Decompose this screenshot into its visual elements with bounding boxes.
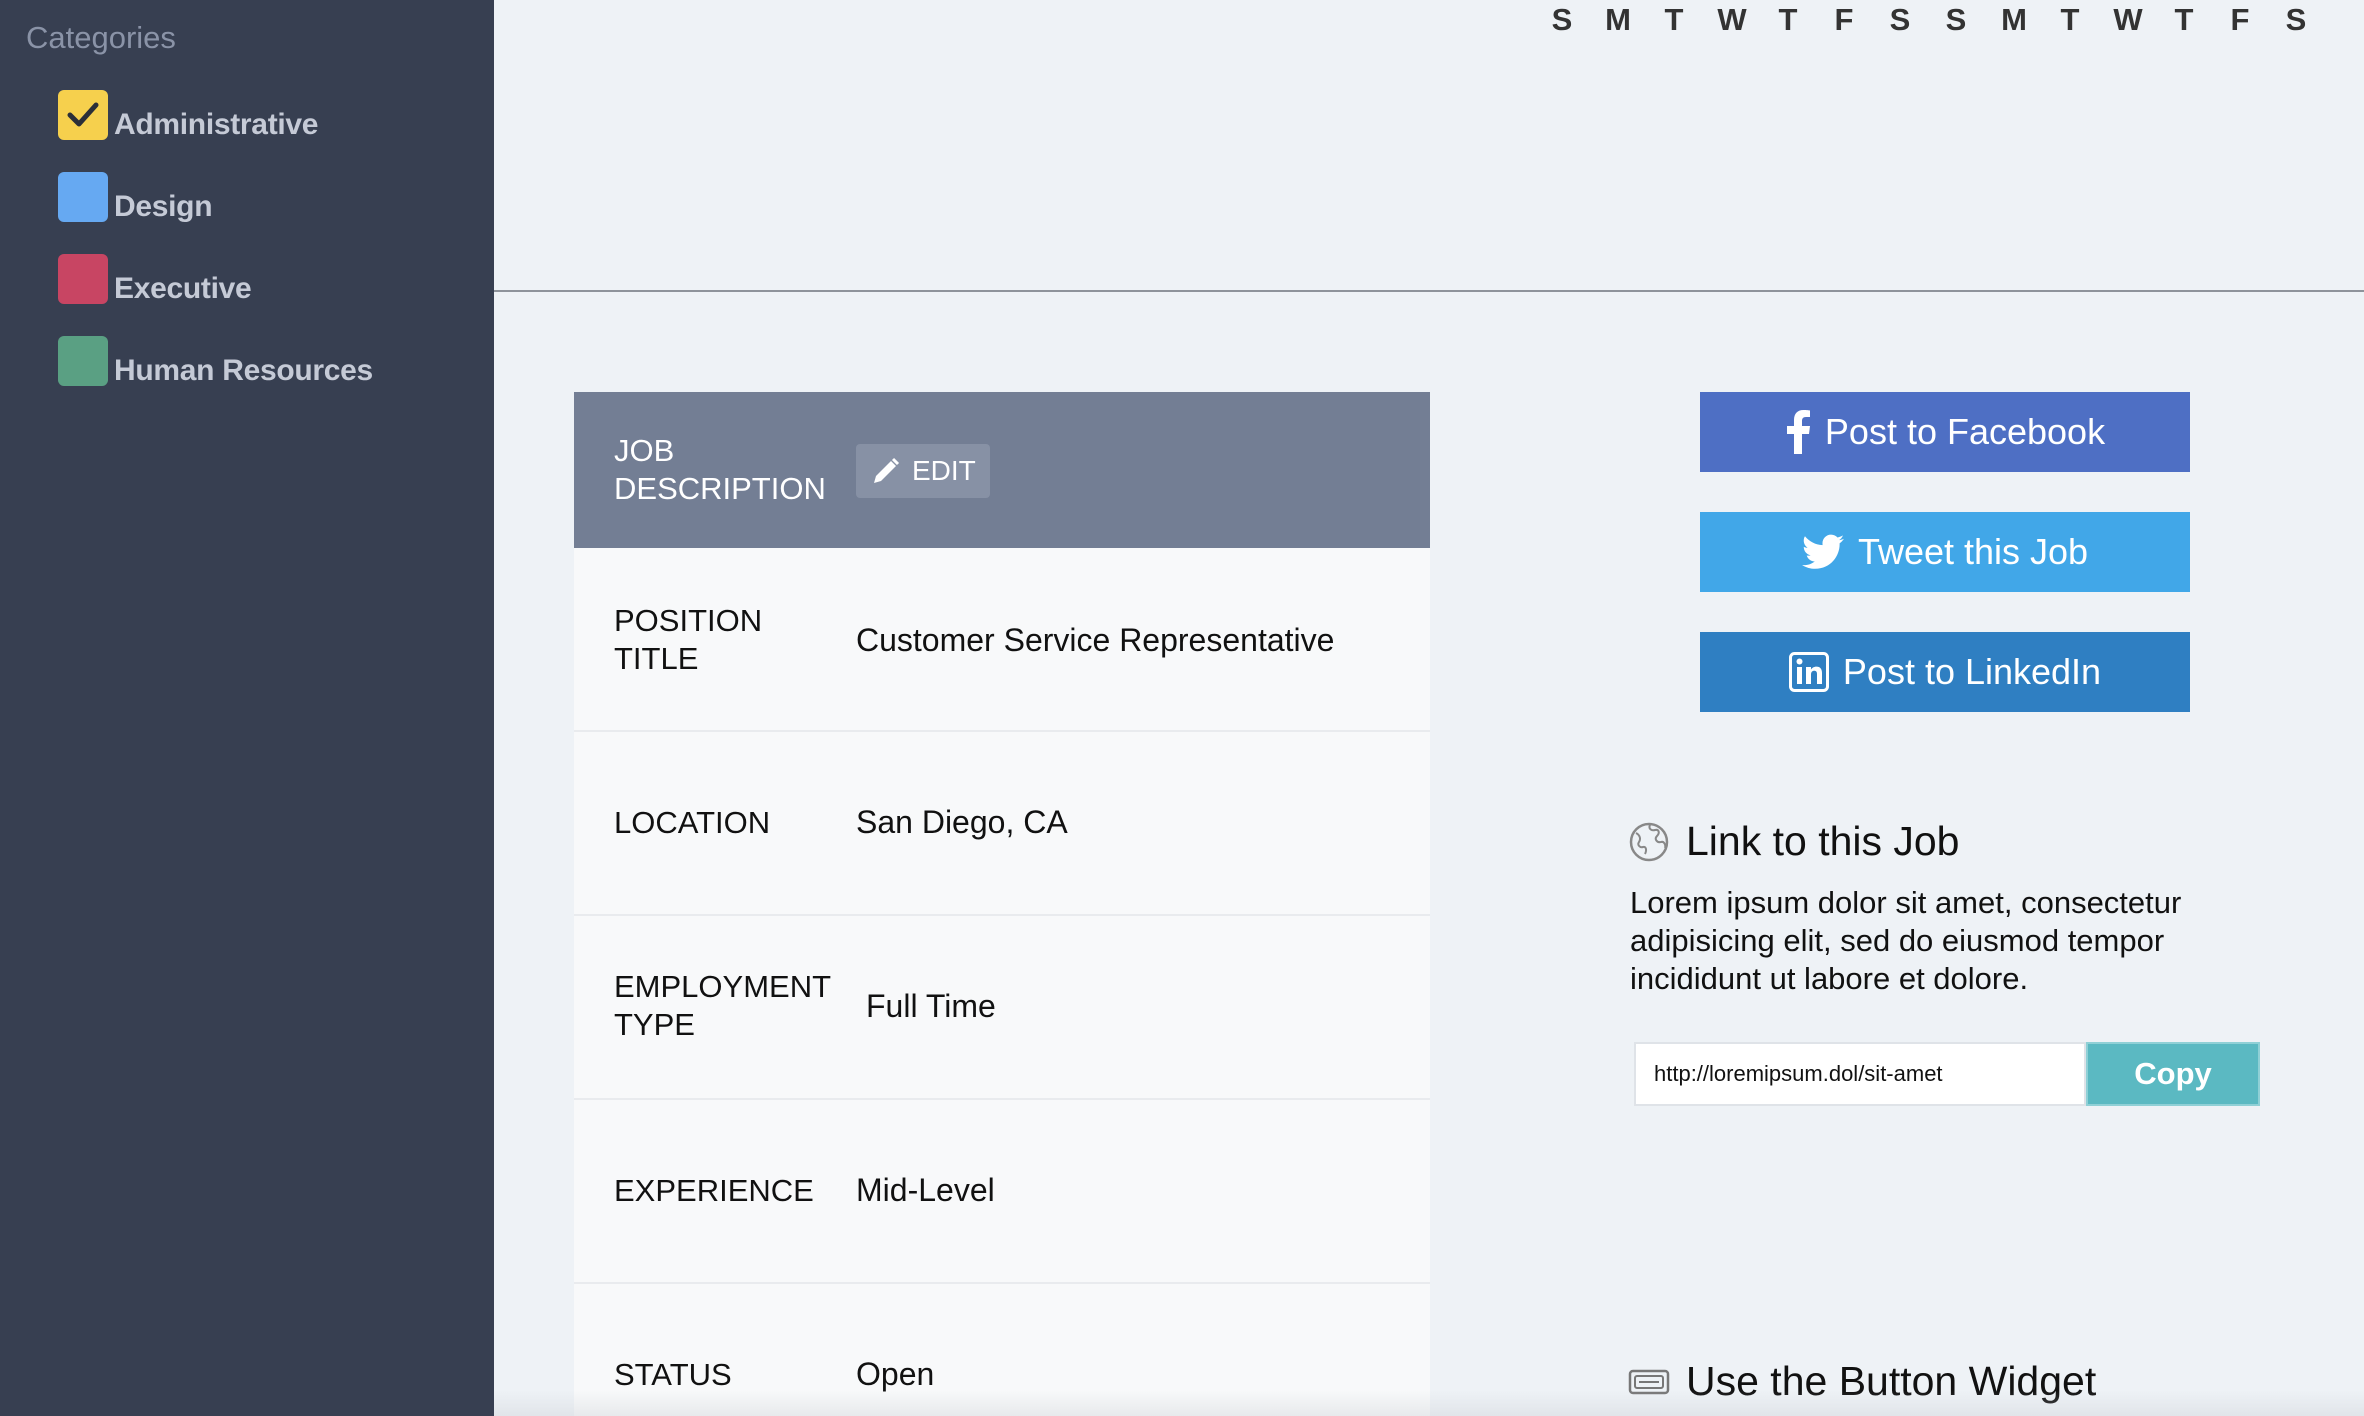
copy-button[interactable]: Copy — [2086, 1042, 2260, 1106]
link-to-job-heading: Link to this Job — [1628, 818, 1960, 865]
calendar-header: S M T W T F S S M T W T F S — [494, 0, 2364, 292]
category-label: Human Resources — [114, 354, 373, 387]
calendar-day: F — [2230, 2, 2250, 37]
button-widget-heading: Use the Button Widget — [1628, 1358, 2096, 1405]
calendar-day: W — [1717, 2, 1747, 37]
job-row-employment-type: EMPLOYMENT TYPE Full Time — [574, 916, 1430, 1100]
category-design[interactable]: Design — [58, 172, 213, 224]
category-label: Administrative — [114, 108, 319, 141]
calendar-day: M — [2001, 2, 2027, 37]
linkedin-label: Post to LinkedIn — [1842, 651, 2102, 692]
job-row-location: LOCATION San Diego, CA — [574, 732, 1430, 916]
row-label: POSITION TITLE — [614, 603, 763, 676]
calendar-day: S — [1551, 2, 1573, 37]
checkbox-icon[interactable] — [58, 172, 108, 222]
widget-heading-text: Use the Button Widget — [1686, 1358, 2097, 1404]
calendar-day: T — [1778, 2, 1798, 37]
category-human-resources[interactable]: Human Resources — [58, 336, 373, 388]
checkbox-checked-icon[interactable] — [58, 90, 108, 140]
calendar-day: S — [1945, 2, 1967, 37]
job-row-status: STATUS Open — [574, 1284, 1430, 1416]
row-value: Customer Service Representative — [856, 622, 1335, 658]
post-to-facebook-button[interactable]: Post to Facebook — [1700, 392, 2190, 472]
category-executive[interactable]: Executive — [58, 254, 252, 306]
job-description-title: JOB DESCRIPTION — [614, 433, 826, 506]
row-value: San Diego, CA — [856, 804, 1068, 840]
button-widget-icon — [1628, 1369, 1670, 1394]
link-description: Lorem ipsum dolor sit amet, consectetur … — [1630, 885, 2182, 996]
linkedin-icon — [1788, 652, 1829, 692]
calendar-day: T — [1664, 2, 1684, 37]
calendar-day: T — [2060, 2, 2080, 37]
edit-label: EDIT — [912, 455, 976, 486]
job-row-position-title: POSITION TITLE Customer Service Represen… — [574, 548, 1430, 732]
calendar-day: T — [2174, 2, 2194, 37]
job-description-card: JOB DESCRIPTION EDIT POSITION TITLE Cust… — [574, 392, 1430, 1416]
sidebar: Categories Administrative Design Executi… — [0, 0, 494, 1416]
row-value: Mid-Level — [856, 1172, 995, 1208]
calendar-day: S — [2285, 2, 2307, 37]
row-value: Open — [856, 1356, 935, 1392]
calendar-day: S — [1889, 2, 1911, 37]
calendar-day: M — [1605, 2, 1631, 37]
post-to-linkedin-button[interactable]: Post to LinkedIn — [1700, 632, 2190, 712]
row-label: STATUS — [614, 1357, 732, 1392]
row-label: EMPLOYMENT TYPE — [614, 969, 831, 1042]
sidebar-title: Categories — [26, 20, 176, 55]
category-label: Executive — [114, 272, 252, 305]
job-row-experience: EXPERIENCE Mid-Level — [574, 1100, 1430, 1284]
tweet-this-job-button[interactable]: Tweet this Job — [1700, 512, 2190, 592]
job-url-input[interactable] — [1634, 1042, 2086, 1106]
link-heading-text: Link to this Job — [1686, 818, 1960, 864]
checkbox-icon[interactable] — [58, 336, 108, 386]
globe-icon — [1629, 822, 1669, 861]
row-label: EXPERIENCE — [614, 1173, 814, 1208]
category-administrative[interactable]: Administrative — [58, 90, 319, 142]
job-description-header: JOB DESCRIPTION EDIT — [574, 392, 1430, 548]
edit-button[interactable]: EDIT — [856, 444, 990, 498]
category-label: Design — [114, 190, 213, 223]
row-value: Full Time — [866, 988, 996, 1024]
twitter-label: Tweet this Job — [1857, 531, 2089, 572]
twitter-icon — [1801, 534, 1844, 569]
calendar-day: F — [1834, 2, 1854, 37]
facebook-label: Post to Facebook — [1824, 411, 2106, 452]
row-label: LOCATION — [614, 805, 771, 840]
calendar-day: W — [2113, 2, 2143, 37]
checkbox-icon[interactable] — [58, 254, 108, 304]
pencil-icon — [874, 457, 900, 483]
facebook-icon — [1786, 410, 1810, 454]
